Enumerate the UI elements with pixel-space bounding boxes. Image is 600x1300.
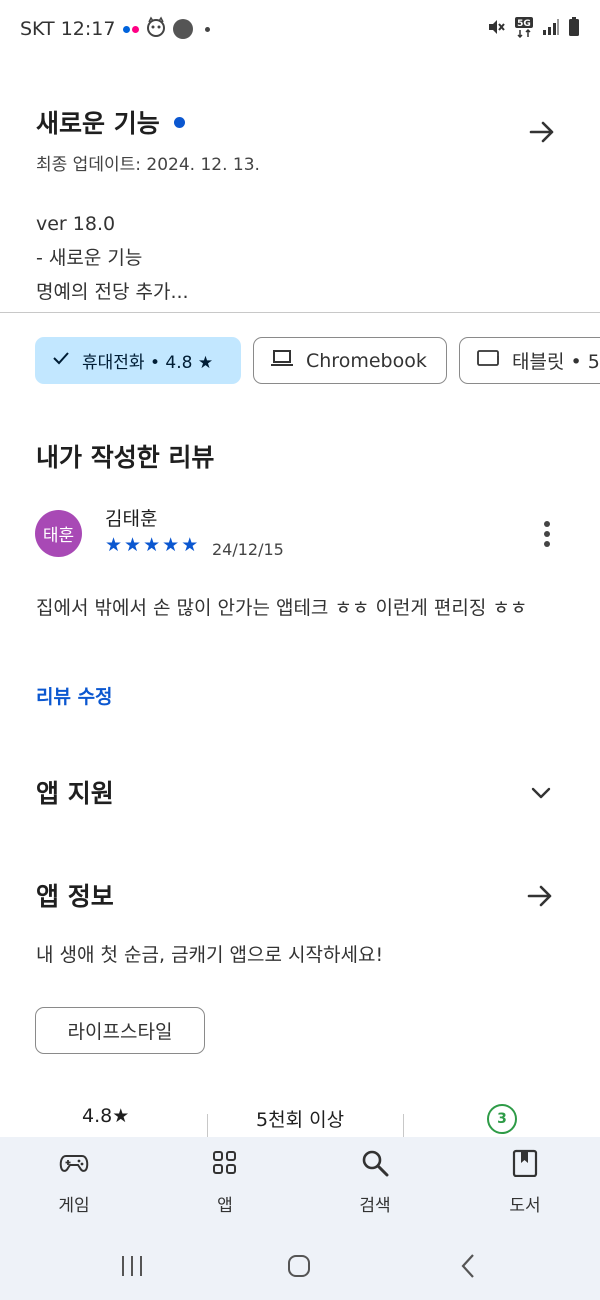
- app-support-heading[interactable]: 앱 지원: [36, 774, 114, 810]
- device-filter-chips: 휴대전화 • 4.8 ★ Chromebook 태블릿 • 5.0: [35, 337, 600, 384]
- svg-text:5G: 5G: [517, 19, 531, 29]
- carrier-time: SKT 12:17: [20, 18, 116, 40]
- last-updated-text: 최종 업데이트: 2024. 12. 13.: [36, 155, 260, 175]
- age-rating-badge: 3: [487, 1104, 517, 1134]
- stat-rating: 4.8★: [82, 1105, 130, 1127]
- nav-label-search: 검색: [359, 1196, 391, 1216]
- bookmark-icon: [512, 1149, 538, 1181]
- apps-grid-icon: [211, 1149, 239, 1181]
- avatar: 태훈: [35, 510, 82, 557]
- back-icon[interactable]: [456, 1253, 482, 1283]
- nav-item-games[interactable]: 게임: [29, 1149, 119, 1216]
- battery-icon: [568, 17, 580, 37]
- section-divider: [0, 312, 600, 313]
- app-info-heading[interactable]: 앱 정보: [36, 877, 114, 913]
- status-left: SKT 12:17: [20, 16, 211, 42]
- check-icon: [52, 349, 70, 372]
- profile-icon: [173, 19, 194, 39]
- nav-label-books: 도서: [509, 1196, 541, 1216]
- recent-apps-icon[interactable]: [119, 1253, 145, 1283]
- search-icon: [361, 1149, 389, 1181]
- chip-phone-label: 휴대전화 • 4.8 ★: [82, 353, 214, 373]
- chip-tablet[interactable]: 태블릿 • 5.0: [459, 337, 600, 384]
- nav-label-games: 게임: [58, 1196, 90, 1216]
- app-info-arrow-icon[interactable]: [526, 882, 554, 914]
- nav-item-books[interactable]: 도서: [480, 1149, 570, 1216]
- my-review-heading: 내가 작성한 리뷰: [36, 443, 215, 472]
- cat-icon: [145, 16, 167, 42]
- nav-item-search[interactable]: 검색: [330, 1149, 420, 1216]
- review-date: 24/12/15: [212, 540, 284, 559]
- stats-row: 4.8★ 5천회 이상 3: [0, 1100, 600, 1140]
- laptop-icon: [270, 348, 294, 373]
- nav-item-apps[interactable]: 앱: [180, 1149, 270, 1216]
- status-bar: SKT 12:17 5G: [0, 0, 600, 56]
- star-icon: ★: [124, 534, 142, 556]
- whats-new-title-row: 새로운 기능: [36, 104, 564, 140]
- app-description: 내 생애 첫 순금, 금캐기 앱으로 시작하세요!: [36, 944, 384, 966]
- star-icon: ★: [162, 534, 180, 556]
- whats-new-line: 명예의 전당 추가...: [36, 281, 189, 303]
- new-indicator-dot: [173, 116, 185, 128]
- star-rating: ★ ★ ★ ★ ★: [105, 535, 198, 555]
- mute-icon: [486, 17, 506, 37]
- whats-new-title: 새로운 기능: [36, 109, 160, 138]
- chip-phone[interactable]: 휴대전화 • 4.8 ★: [35, 337, 241, 384]
- whats-new-line: ver 18.0: [36, 213, 116, 235]
- bottom-navigation: 게임 앱 검색 도서: [0, 1137, 600, 1235]
- nav-label-apps: 앱: [217, 1196, 233, 1216]
- star-icon: ★: [143, 534, 161, 556]
- reviewer-name: 김태훈: [105, 508, 158, 530]
- star-icon: ★: [105, 534, 123, 556]
- signal-icon: [542, 18, 560, 36]
- star-icon: ★: [181, 534, 199, 556]
- status-right: 5G: [486, 16, 580, 38]
- notification-icons: [123, 16, 211, 42]
- chevron-down-icon[interactable]: [530, 782, 552, 808]
- review-text: 집에서 밖에서 손 많이 안가는 앱테크 ㅎㅎ 이런게 편리징 ㅎㅎ: [36, 597, 528, 619]
- whats-new-arrow-icon[interactable]: [528, 118, 556, 150]
- home-icon[interactable]: [286, 1253, 312, 1283]
- whats-new-section[interactable]: 새로운 기능 최종 업데이트: 2024. 12. 13. ver 18.0 -…: [36, 104, 564, 309]
- flickr-icon: [123, 25, 140, 33]
- more-options-icon[interactable]: [537, 518, 557, 550]
- chip-tablet-label: 태블릿 • 5.0: [512, 351, 600, 373]
- chip-chromebook[interactable]: Chromebook: [253, 337, 447, 384]
- gamepad-icon: [59, 1149, 89, 1181]
- edit-review-button[interactable]: 리뷰 수정: [36, 682, 113, 709]
- tablet-icon: [476, 348, 500, 373]
- whats-new-line: - 새로운 기능: [36, 247, 143, 269]
- stat-downloads: 5천회 이상: [256, 1109, 345, 1131]
- more-notifications-icon: [205, 26, 211, 32]
- chip-chromebook-label: Chromebook: [306, 349, 427, 372]
- category-chip[interactable]: 라이프스타일: [35, 1007, 205, 1054]
- system-navigation-bar: [0, 1235, 600, 1300]
- whats-new-body: ver 18.0 - 새로운 기능 명예의 전당 추가...: [36, 207, 564, 309]
- network-5g-icon: 5G: [514, 16, 534, 38]
